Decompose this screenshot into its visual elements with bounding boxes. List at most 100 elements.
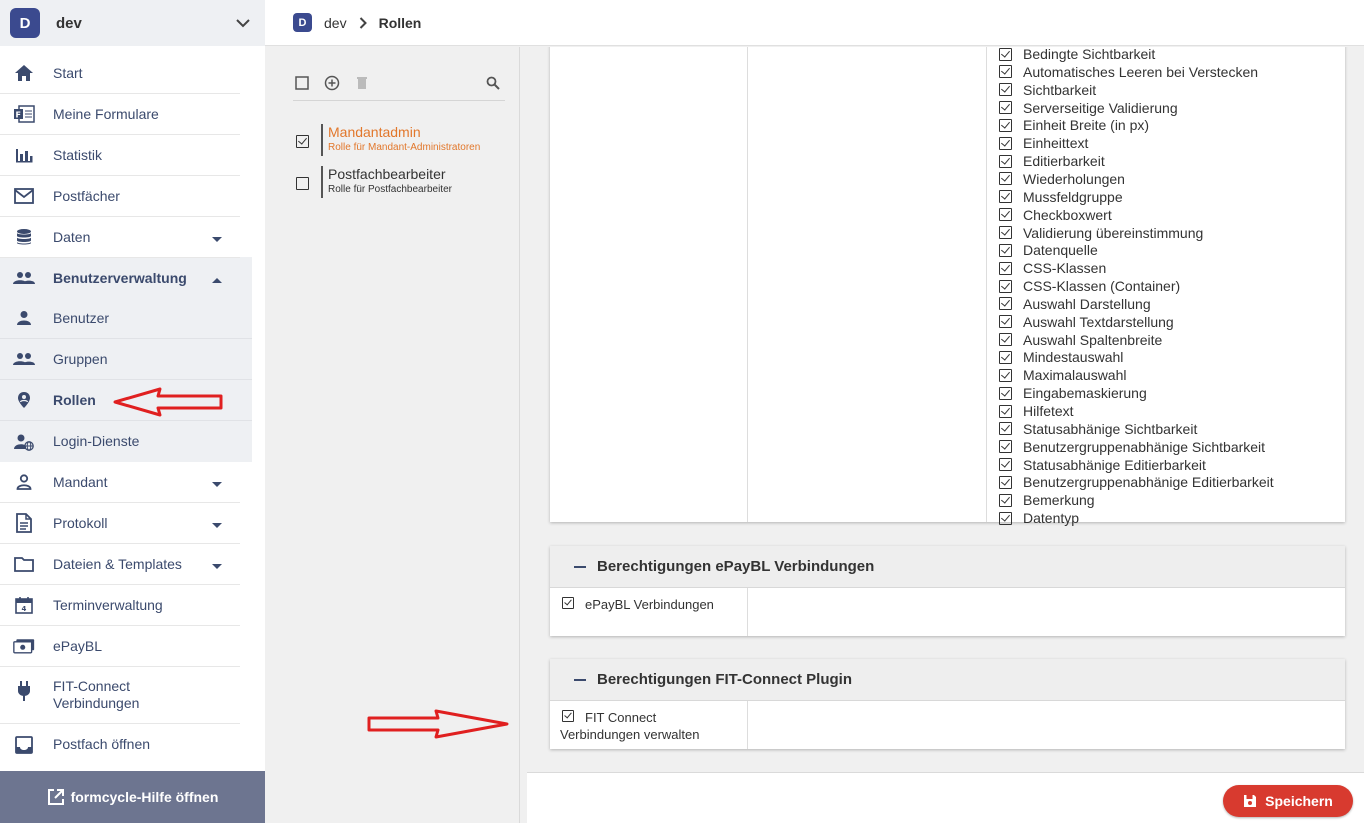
help-button[interactable]: formcycle-Hilfe öffnen: [0, 771, 265, 823]
permission-item[interactable]: Auswahl Textdarstellung: [999, 313, 1174, 331]
permission-label: Maximalauswahl: [1023, 367, 1127, 384]
permission-item[interactable]: Maximalauswahl: [999, 366, 1126, 384]
permission-checkbox[interactable]: [999, 172, 1012, 186]
permission-item[interactable]: Einheittext: [999, 134, 1088, 152]
nav-item-benutzer[interactable]: Benutzer: [0, 298, 252, 339]
permission-item[interactable]: Mussfeldgruppe: [999, 188, 1123, 206]
role-item-postfachbearbeiter[interactable]: Postfachbearbeiter Rolle für Postfachbea…: [293, 166, 505, 200]
permission-checkbox[interactable]: [999, 208, 1012, 222]
permission-item[interactable]: Mindestauswahl: [999, 348, 1123, 366]
permission-checkbox[interactable]: [999, 243, 1012, 257]
permission-item[interactable]: Statusabhänige Editierbarkeit: [999, 456, 1206, 474]
permission-checkbox[interactable]: [999, 154, 1012, 168]
permission-checkbox[interactable]: [999, 190, 1012, 204]
permission-checkbox[interactable]: [999, 493, 1012, 507]
permission-checkbox[interactable]: [999, 83, 1012, 97]
role-checkbox[interactable]: [296, 135, 309, 148]
nav-item-postfach-oeffnen[interactable]: Postfach öffnen: [0, 724, 240, 765]
nav-item-login-dienste[interactable]: Login-Dienste: [0, 421, 252, 462]
permission-checkbox[interactable]: [999, 333, 1012, 347]
permission-label: CSS-Klassen: [1023, 260, 1107, 277]
permission-item[interactable]: Sichtbarkeit: [999, 81, 1096, 99]
breadcrumb-tenant[interactable]: dev: [324, 15, 347, 31]
permission-item[interactable]: Statusabhänige Sichtbarkeit: [999, 420, 1197, 438]
nav-item-dateien-templates[interactable]: Dateien & Templates: [0, 544, 240, 585]
permission-item[interactable]: Serverseitige Validierung: [999, 99, 1178, 117]
permission-checkbox[interactable]: [999, 458, 1012, 472]
permission-item[interactable]: Hilfetext: [999, 402, 1074, 420]
tenant-selector[interactable]: D dev: [0, 0, 265, 46]
permission-item[interactable]: Datenquelle: [999, 241, 1098, 259]
permission-checkbox[interactable]: [999, 475, 1012, 489]
permission-checkbox[interactable]: [999, 440, 1012, 454]
permission-item[interactable]: Einheit Breite (in px): [999, 116, 1149, 134]
permission-item[interactable]: CSS-Klassen (Container): [999, 277, 1180, 295]
permission-checkbox[interactable]: [999, 101, 1012, 115]
permission-item[interactable]: Wiederholungen: [999, 170, 1125, 188]
permission-item[interactable]: Bedingte Sichtbarkeit: [999, 47, 1155, 63]
plug-icon: [13, 680, 35, 702]
permission-checkbox[interactable]: [999, 136, 1012, 150]
nav-item-statistik[interactable]: Statistik: [0, 135, 240, 176]
nav-item-epaybl[interactable]: ePayBL: [0, 626, 240, 667]
permission-item[interactable]: Checkboxwert: [999, 206, 1112, 224]
caret-down-icon: [212, 564, 222, 569]
select-all-checkbox[interactable]: [293, 74, 311, 92]
permission-item[interactable]: Eingabemaskierung: [999, 384, 1147, 402]
permission-checkbox[interactable]: [999, 297, 1012, 311]
permission-item[interactable]: Auswahl Spaltenbreite: [999, 331, 1162, 349]
permission-label: Einheittext: [1023, 135, 1089, 152]
permission-item[interactable]: Benutzergruppenabhänige Sichtbarkeit: [999, 438, 1265, 456]
permission-checkbox[interactable]: [999, 315, 1012, 329]
permission-checkbox[interactable]: [999, 368, 1012, 382]
permission-item[interactable]: Validierung übereinstimmung: [999, 224, 1203, 242]
permission-item[interactable]: Editierbarkeit: [999, 152, 1105, 170]
permission-checkbox[interactable]: [999, 226, 1012, 239]
permission-label: Benutzergruppenabhänige Sichtbarkeit: [1023, 438, 1266, 455]
section-header[interactable]: Berechtigungen ePayBL Verbindungen: [550, 546, 1345, 588]
nav-item-fit-connect[interactable]: FIT-Connect Verbindungen: [0, 667, 240, 724]
permission-item[interactable]: Datentyp: [999, 509, 1079, 527]
nav-item-meine-formulare[interactable]: F Meine Formulare: [0, 94, 240, 135]
chevron-right-icon: [359, 16, 367, 29]
folder-icon: [13, 553, 35, 575]
nav-item-daten[interactable]: Daten: [0, 217, 240, 258]
section-header[interactable]: Berechtigungen FIT-Connect Plugin: [550, 659, 1345, 701]
nav-label: Mandant: [53, 473, 108, 490]
permission-item[interactable]: Bemerkung: [999, 491, 1095, 509]
permission-item[interactable]: CSS-Klassen: [999, 259, 1106, 277]
permission-checkbox[interactable]: [999, 386, 1012, 400]
permission-checkbox[interactable]: [999, 47, 1012, 61]
permission-checkbox[interactable]: [999, 404, 1012, 418]
nav-label: Meine Formulare: [53, 105, 159, 122]
chevron-down-icon[interactable]: [231, 11, 255, 35]
permission-checkbox[interactable]: [999, 65, 1012, 79]
add-circle-icon[interactable]: [323, 74, 341, 92]
nav-item-gruppen[interactable]: Gruppen: [0, 339, 252, 380]
permission-checkbox[interactable]: [562, 597, 574, 609]
role-item-mandantadmin[interactable]: Mandantadmin Rolle für Mandant-Administr…: [293, 124, 505, 158]
permission-checkbox[interactable]: [562, 710, 574, 722]
permission-checkbox[interactable]: [999, 511, 1012, 525]
role-checkbox[interactable]: [296, 177, 309, 190]
nav-item-postfaecher[interactable]: Postfächer: [0, 176, 240, 217]
trash-icon[interactable]: [353, 74, 371, 92]
nav-item-benutzerverwaltung[interactable]: Benutzerverwaltung: [0, 258, 252, 299]
save-button[interactable]: Speichern: [1223, 785, 1353, 817]
permission-checkbox[interactable]: [999, 118, 1012, 132]
search-icon[interactable]: [484, 74, 502, 92]
permission-checkbox[interactable]: [999, 279, 1012, 293]
nav-item-terminverwaltung[interactable]: 4 Terminverwaltung: [0, 585, 240, 626]
nav-item-mandant[interactable]: Mandant: [0, 462, 240, 503]
nav-label: Benutzerverwaltung: [53, 269, 187, 286]
permission-checkbox[interactable]: [999, 422, 1012, 436]
nav-item-start[interactable]: Start: [0, 53, 240, 94]
permission-item[interactable]: Benutzergruppenabhänige Editierbarkeit: [999, 473, 1274, 491]
nav-item-protokoll[interactable]: Protokoll: [0, 503, 240, 544]
permission-checkbox[interactable]: [999, 261, 1012, 275]
permission-checkbox[interactable]: [999, 350, 1012, 364]
permission-item[interactable]: Automatisches Leeren bei Verstecken: [999, 63, 1258, 81]
nav-label: Login-Dienste: [53, 433, 140, 449]
permission-label: Statusabhänige Sichtbarkeit: [1023, 420, 1198, 437]
permission-item[interactable]: Auswahl Darstellung: [999, 295, 1151, 313]
